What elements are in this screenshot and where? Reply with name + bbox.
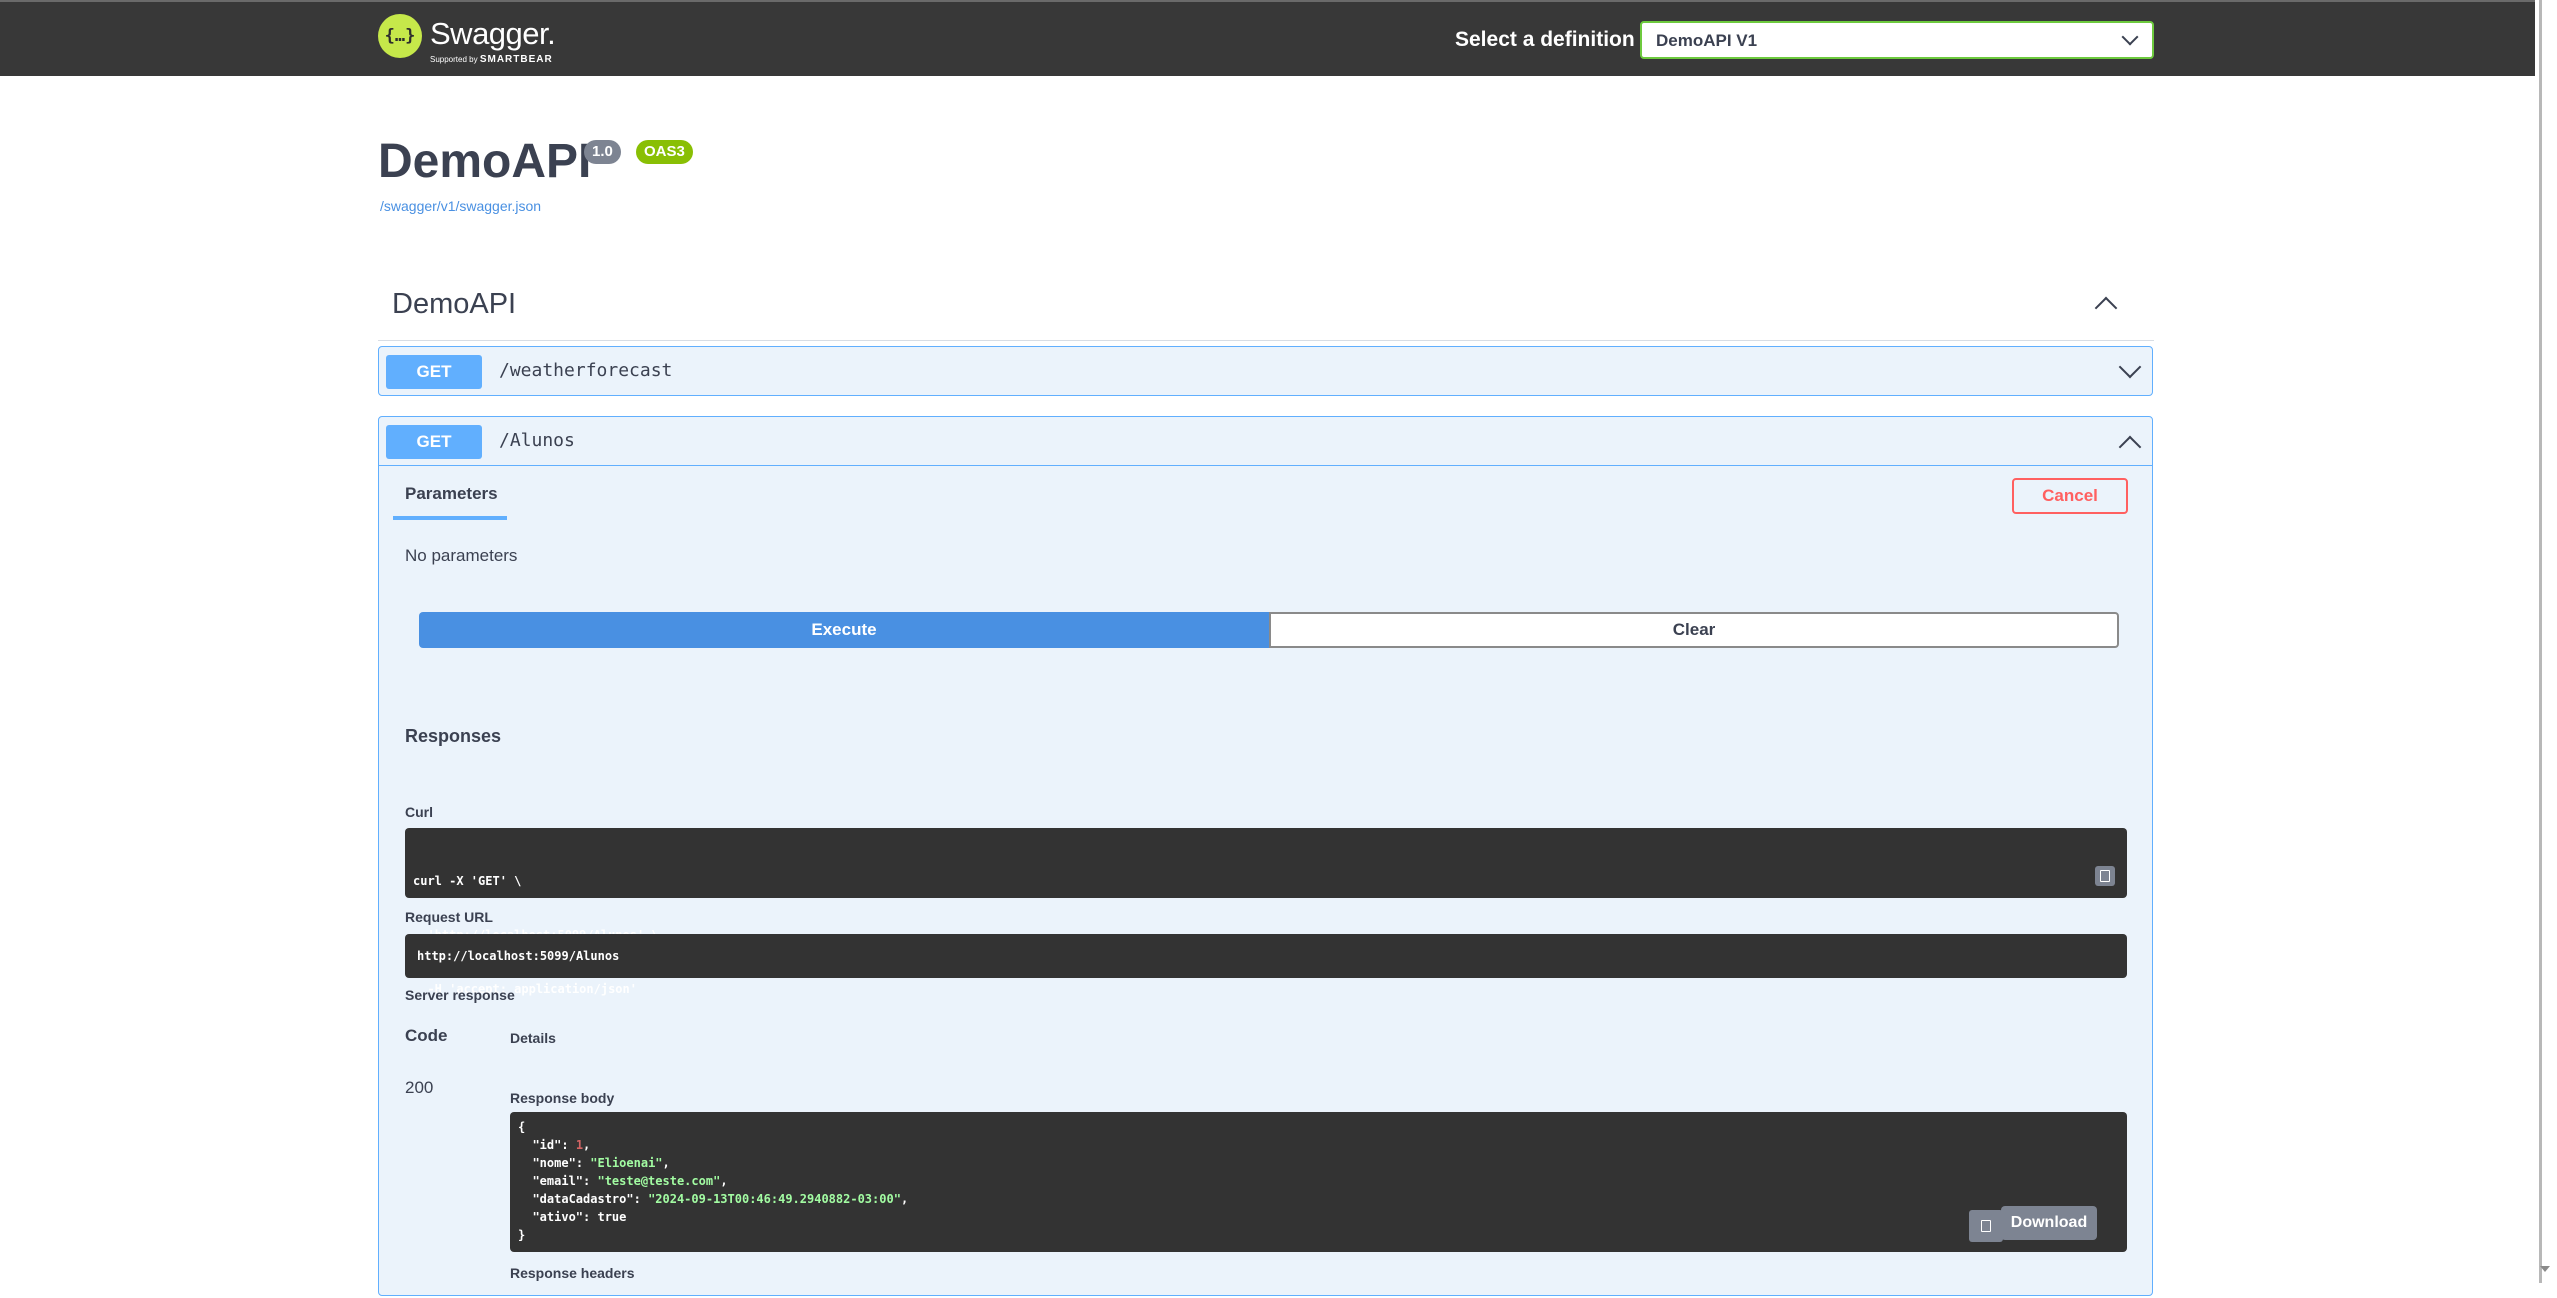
- json-key: "ativo": [532, 1210, 584, 1224]
- curl-label: Curl: [405, 804, 433, 820]
- operation-header[interactable]: GET /weatherforecast: [379, 347, 2152, 395]
- json-close-brace: }: [518, 1228, 526, 1242]
- execute-button[interactable]: Execute: [419, 612, 1269, 648]
- json-key: "dataCadastro": [532, 1192, 634, 1206]
- json-value: 1: [575, 1138, 584, 1152]
- curl-line: curl -X 'GET' \: [413, 874, 522, 888]
- method-badge: GET: [386, 425, 482, 459]
- scroll-down-arrow-icon[interactable]: [2540, 1266, 2550, 1272]
- clear-button[interactable]: Clear: [1269, 612, 2119, 648]
- json-line-nome: "nome": "Elioenai",: [532, 1156, 670, 1170]
- operation-alunos: GET /Alunos Parameters Cancel No paramet…: [378, 416, 2153, 1296]
- json-value: "2024-09-13T00:46:49.2940882-03:00": [648, 1192, 901, 1206]
- spec-url-link[interactable]: /swagger/v1/swagger.json: [380, 198, 541, 214]
- response-body-label: Response body: [510, 1090, 615, 1106]
- operation-path: /weatherforecast: [499, 360, 673, 381]
- json-line-id: "id": 1,: [532, 1138, 591, 1152]
- details-column-header: Details: [510, 1030, 556, 1046]
- response-body-block[interactable]: { "id": 1, "nome": "Elioenai", "email": …: [510, 1112, 2127, 1252]
- scrollbar-thumb[interactable]: [2539, 0, 2542, 1283]
- tag-title[interactable]: DemoAPI: [392, 288, 516, 321]
- status-code: 200: [405, 1078, 434, 1097]
- json-value: true: [597, 1210, 627, 1224]
- logo-supported-by: Supported by SMARTBEAR: [430, 54, 553, 65]
- chevron-down-icon[interactable]: [2118, 355, 2142, 379]
- copy-icon[interactable]: [2095, 866, 2115, 886]
- json-line-datacadastro: "dataCadastro": "2024-09-13T00:46:49.294…: [532, 1192, 909, 1206]
- operation-body: Parameters Cancel No parameters Execute …: [379, 465, 2152, 1298]
- chevron-down-icon: [2121, 28, 2139, 46]
- logo-brand: SMARTBEAR: [479, 54, 553, 65]
- code-column-header: Code: [405, 1026, 448, 1045]
- definition-select[interactable]: DemoAPI V1: [1640, 21, 2154, 59]
- no-parameters-text: No parameters: [405, 546, 518, 565]
- curl-code-block[interactable]: curl -X 'GET' \ 'http://localhost:5099/A…: [405, 828, 2127, 996]
- chevron-up-icon[interactable]: [2094, 296, 2118, 320]
- curl-line: -H 'accept: application/json': [413, 982, 637, 996]
- operation-path: /Alunos: [499, 430, 575, 451]
- definition-label: Select a definition: [1455, 28, 1635, 51]
- swagger-logo[interactable]: {…} Swagger. Supported by SMARTBEAR: [378, 14, 558, 70]
- json-line-email: "email": "teste@teste.com",: [532, 1174, 728, 1188]
- json-open-brace: {: [518, 1120, 526, 1134]
- method-badge: GET: [386, 355, 482, 389]
- operation-weatherforecast[interactable]: GET /weatherforecast: [378, 346, 2153, 396]
- request-url-label: Request URL: [405, 909, 493, 925]
- version-badge: 1.0: [584, 140, 621, 164]
- tag-divider: [378, 340, 2154, 341]
- responses-title: Responses: [405, 726, 502, 746]
- json-line-ativo: "ativo": true: [532, 1210, 627, 1224]
- api-title: DemoAPI: [378, 135, 592, 188]
- definition-select-value: DemoAPI V1: [1656, 31, 1758, 50]
- cancel-button[interactable]: Cancel: [2012, 478, 2128, 514]
- json-key: "id": [532, 1138, 562, 1152]
- logo-text: Swagger.: [430, 16, 556, 51]
- logo-supported-label: Supported by: [430, 55, 478, 64]
- oas-badge: OAS3: [636, 140, 693, 164]
- download-button[interactable]: Download: [2001, 1206, 2097, 1240]
- tab-parameters[interactable]: Parameters: [405, 484, 498, 504]
- swagger-logo-icon: {…}: [378, 14, 422, 58]
- tab-active-underline: [393, 516, 507, 520]
- top-bar: {…} Swagger. Supported by SMARTBEAR Sele…: [0, 0, 2535, 76]
- chevron-up-icon[interactable]: [2118, 435, 2142, 459]
- copy-icon[interactable]: [1969, 1210, 2003, 1242]
- response-headers-label: Response headers: [510, 1265, 635, 1281]
- json-value: "teste@teste.com": [597, 1174, 721, 1188]
- operation-header[interactable]: GET /Alunos: [379, 417, 2152, 465]
- json-key: "nome": [532, 1156, 576, 1170]
- request-url-block[interactable]: http://localhost:5099/Alunos: [405, 934, 2127, 978]
- json-value: "Elioenai": [590, 1156, 663, 1170]
- server-response-label: Server response: [405, 987, 515, 1003]
- json-key: "email": [532, 1174, 584, 1188]
